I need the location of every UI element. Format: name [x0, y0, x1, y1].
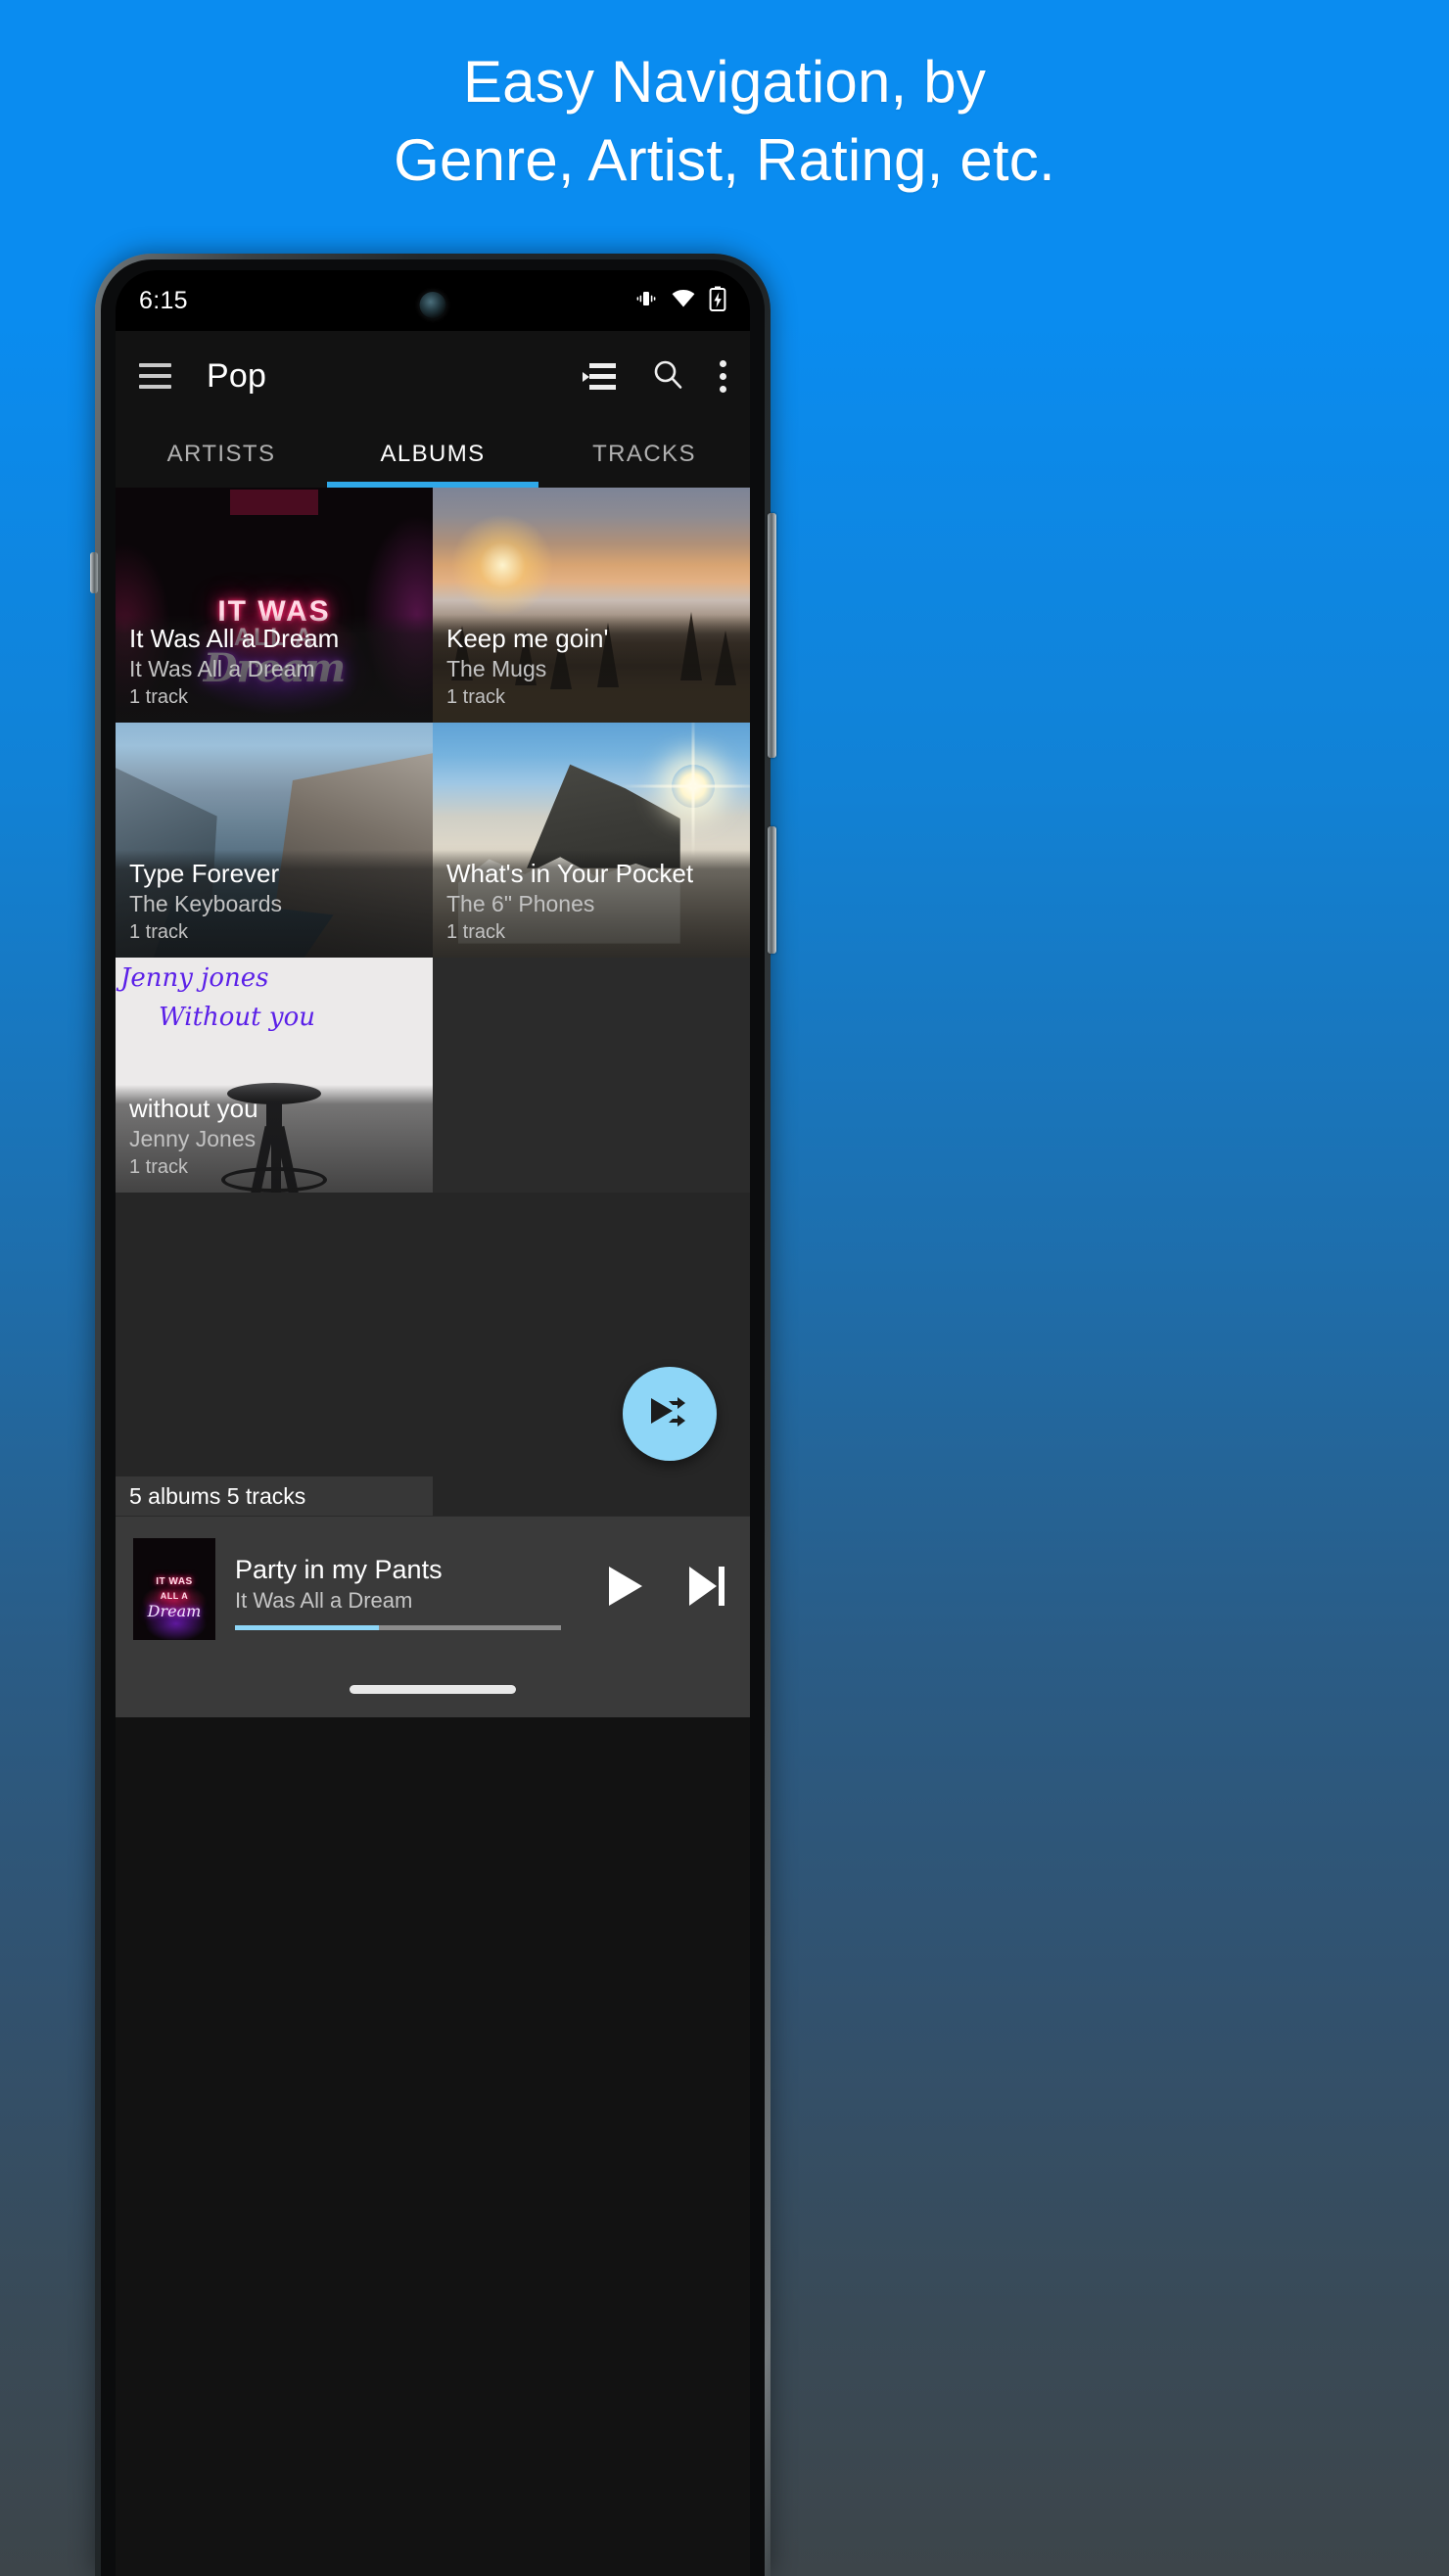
battery-charging-icon	[709, 286, 726, 316]
playback-progress-fill	[235, 1625, 379, 1630]
jenny-art-line-2: Without you	[159, 1003, 315, 1032]
app-bar: Pop	[116, 331, 750, 421]
album-track-count: 1 track	[129, 686, 189, 708]
album-track-count: 1 track	[129, 1156, 189, 1178]
album-artist: It Was All a Dream	[129, 656, 315, 681]
album-artist: The 6" Phones	[446, 891, 595, 916]
phone-screen: 6:15 Pop ARTISTS ALBUMS TRACKS IT WAS It…	[116, 270, 750, 2576]
jenny-art-line-1: Jenny jones	[120, 963, 269, 993]
phone-mockup: 6:15 Pop ARTISTS ALBUMS TRACKS IT WAS It…	[90, 254, 776, 2576]
system-navigation-bar	[116, 1661, 750, 1717]
promo-headline-line-2: Genre, Artist, Rating, etc.	[394, 127, 1055, 193]
album-card[interactable]: Jenny jones Without you without you Jenn…	[116, 958, 433, 1193]
volume-button[interactable]	[768, 513, 776, 758]
queue-list-icon[interactable]	[583, 362, 616, 390]
album-artist: The Mugs	[446, 656, 547, 681]
album-grid: IT WAS ALL A Dream It Was All a Dream It…	[116, 488, 750, 1516]
promo-headline-line-1: Easy Navigation, by	[462, 49, 987, 115]
now-playing-title: Party in my Pants	[235, 1555, 443, 1584]
now-playing-bar[interactable]: IT WAS ALL A Dream Party in my Pants It …	[116, 1516, 750, 1661]
left-side-button[interactable]	[90, 552, 98, 593]
album-title: without you	[129, 1094, 258, 1123]
album-title: Type Forever	[129, 859, 280, 888]
album-artist: Jenny Jones	[129, 1126, 257, 1151]
home-gesture-pill[interactable]	[350, 1684, 516, 1694]
album-track-count: 1 track	[129, 921, 189, 943]
wifi-icon	[671, 287, 696, 315]
promo-headline: Easy Navigation, by Genre, Artist, Ratin…	[0, 43, 1449, 200]
front-camera	[419, 292, 446, 318]
tab-artists[interactable]: ARTISTS	[116, 421, 327, 488]
status-bar: 6:15	[116, 270, 750, 331]
play-shuffle-fab[interactable]	[623, 1367, 717, 1461]
now-playing-artwork: IT WAS ALL A Dream	[133, 1537, 215, 1640]
hamburger-menu-icon[interactable]	[139, 363, 171, 389]
library-summary: 5 albums 5 tracks	[116, 1476, 433, 1516]
play-shuffle-icon	[647, 1394, 692, 1434]
page-title: Pop	[207, 356, 267, 395]
album-track-count: 1 track	[446, 921, 506, 943]
now-playing-art-line-2: ALL A	[160, 1590, 189, 1601]
album-title: What's in Your Pocket	[446, 859, 694, 888]
album-title: It Was All a Dream	[129, 624, 340, 653]
album-card[interactable]: What's in Your Pocket The 6" Phones 1 tr…	[433, 723, 750, 958]
overflow-menu-icon[interactable]	[720, 359, 726, 393]
album-card[interactable]: IT WAS ALL A Dream It Was All a Dream It…	[116, 488, 433, 723]
skip-next-button[interactable]	[685, 1563, 728, 1615]
album-card[interactable]: Keep me goin' The Mugs 1 track	[433, 488, 750, 723]
album-artist: The Keyboards	[129, 891, 282, 916]
tab-tracks[interactable]: TRACKS	[538, 421, 750, 488]
tab-albums[interactable]: ALBUMS	[327, 421, 538, 488]
now-playing-album: It Was All a Dream	[235, 1588, 413, 1613]
album-card[interactable]: Type Forever The Keyboards 1 track	[116, 723, 433, 958]
play-button[interactable]	[603, 1563, 646, 1615]
tab-bar: ARTISTS ALBUMS TRACKS	[116, 421, 750, 488]
vibrate-icon	[634, 287, 658, 315]
status-clock: 6:15	[139, 286, 188, 314]
search-icon[interactable]	[651, 357, 684, 396]
album-grid-empty-slot	[433, 958, 750, 1193]
album-track-count: 1 track	[446, 686, 506, 708]
album-title: Keep me goin'	[446, 624, 609, 653]
power-button[interactable]	[768, 826, 776, 954]
now-playing-art-line-3: Dream	[147, 1602, 202, 1621]
now-playing-art-line-1: IT WAS	[156, 1576, 193, 1588]
playback-progress-bar[interactable]	[235, 1625, 562, 1630]
